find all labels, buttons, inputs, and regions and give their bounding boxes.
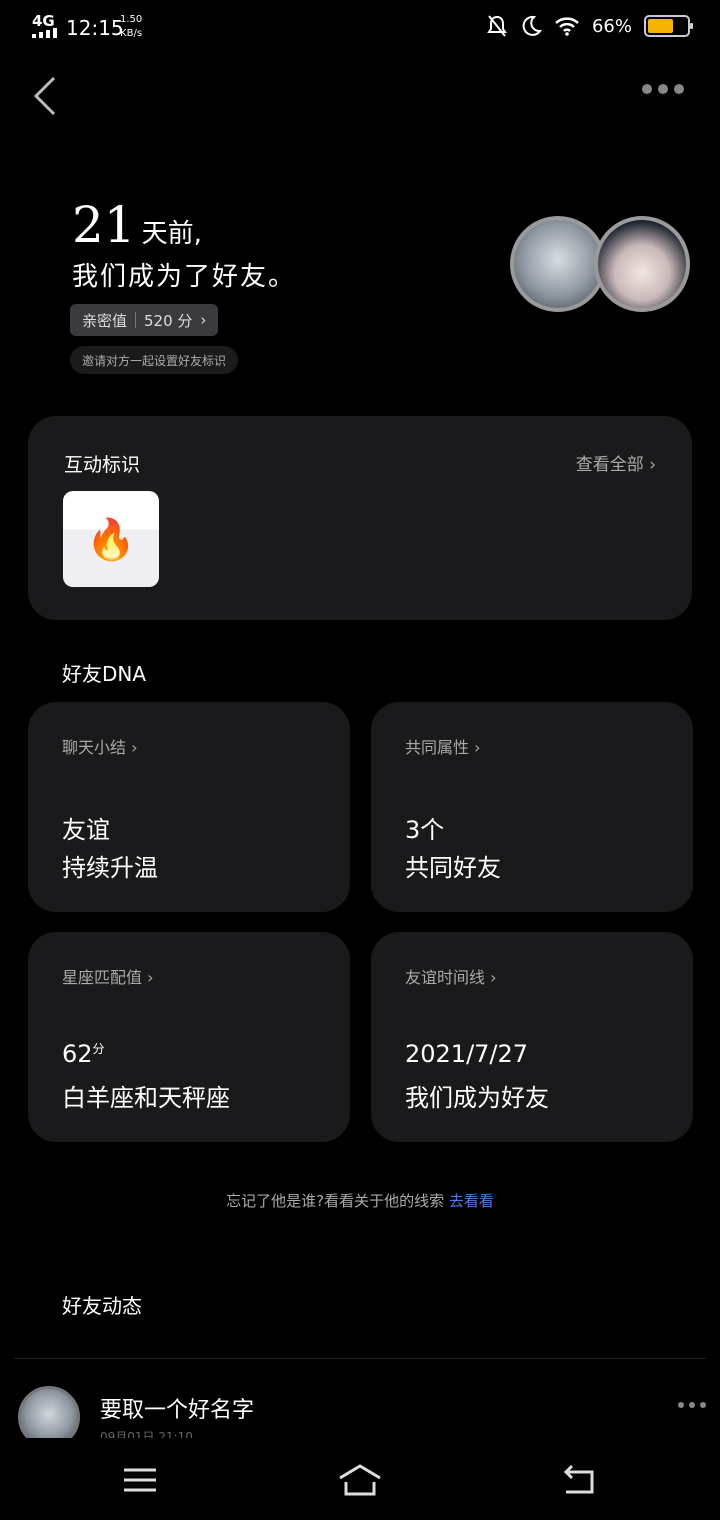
my-avatar[interactable] [510,216,606,312]
back-icon[interactable] [560,1460,600,1500]
intimacy-value: 520 分 [144,311,193,330]
zodiac-match-card[interactable]: 星座匹配值 › 62分 白羊座和天秤座 [28,932,350,1142]
network-speed: 1.50 KB/s [120,13,142,41]
flame-icon[interactable]: 🔥 [63,491,159,587]
card-desc: 持续升温 [62,854,158,882]
friendship-timeline-card[interactable]: 友谊时间线 › 2021/7/27 我们成为好友 [371,932,693,1142]
view-all-label: 查看全部 [575,455,644,475]
days-suffix: 天前, [141,219,202,249]
back-arrow-icon[interactable] [28,72,68,120]
mute-icon [487,15,507,37]
battery-percent: 66% [591,15,632,37]
home-icon[interactable] [336,1460,384,1500]
interaction-title: 互动标识 [64,454,141,476]
battery-fill [648,19,673,33]
post-time: 09月01日 21:10 [100,1430,193,1438]
card-label: 友谊时间线 › [405,968,497,987]
more-icon[interactable] [642,84,684,94]
clock: 12:15 [66,16,124,40]
card-value: 3个 [405,816,445,844]
moon-icon [522,15,542,36]
speed-unit: KB/s [120,28,143,39]
card-desc: 我们成为好友 [405,1084,549,1112]
intimacy-label: 亲密值 [82,311,128,330]
common-traits-card[interactable]: 共同属性 › 3个 共同好友 [371,702,693,912]
card-label: 共同属性 › [405,738,481,757]
battery-icon [644,15,693,37]
menu-icon[interactable] [120,1460,160,1500]
speed-value: 1.50 [120,14,143,25]
feed-title: 好友动态 [62,1294,142,1318]
wifi-icon [555,17,579,36]
friend-days: 21 天前, [72,196,202,254]
forget-text: 忘记了他是谁?看看关于他的线索 [226,1192,445,1210]
card-label: 聊天小结 › [62,738,138,757]
card-desc: 共同好友 [405,854,501,882]
post-more-icon[interactable] [678,1402,706,1408]
chat-summary-card[interactable]: 聊天小结 › 友谊 持续升温 [28,702,350,912]
go-see-link[interactable]: 去看看 [449,1192,494,1210]
post-author[interactable]: 要取一个好名字 [100,1392,254,1424]
view-all-link[interactable]: 查看全部 › [576,450,656,475]
card-label: 星座匹配值 › [62,968,154,987]
set-tag-hint[interactable]: 邀请对方一起设置好友标识 [70,346,239,374]
intimacy-pill[interactable]: 亲密值 520 分 › [70,304,219,336]
card-value: 2021/7/27 [405,1040,529,1068]
card-desc: 白羊座和天秤座 [62,1084,230,1112]
chevron-right-icon: › [200,311,207,329]
chevron-right-icon: › [649,455,656,475]
status-bar: 4G 12:15 1.50 KB/s 66% [0,0,720,58]
dna-title: 好友DNA [62,662,147,686]
divider [14,1358,706,1359]
signal-icon [32,28,57,38]
card-value: 62分 [62,1040,105,1068]
friend-since-text: 我们成为了好友。 [72,262,297,292]
card-value: 友谊 [62,816,110,844]
divider [135,312,137,328]
forget-hint: 忘记了他是谁?看看关于他的线索 去看看 [0,1190,720,1211]
days-number: 21 [72,196,136,254]
system-nav-bar [0,1438,720,1520]
friend-avatar[interactable] [594,216,690,312]
status-right: 66% [486,14,693,38]
interaction-badges-card: 互动标识 查看全部 › 🔥 [28,416,692,620]
